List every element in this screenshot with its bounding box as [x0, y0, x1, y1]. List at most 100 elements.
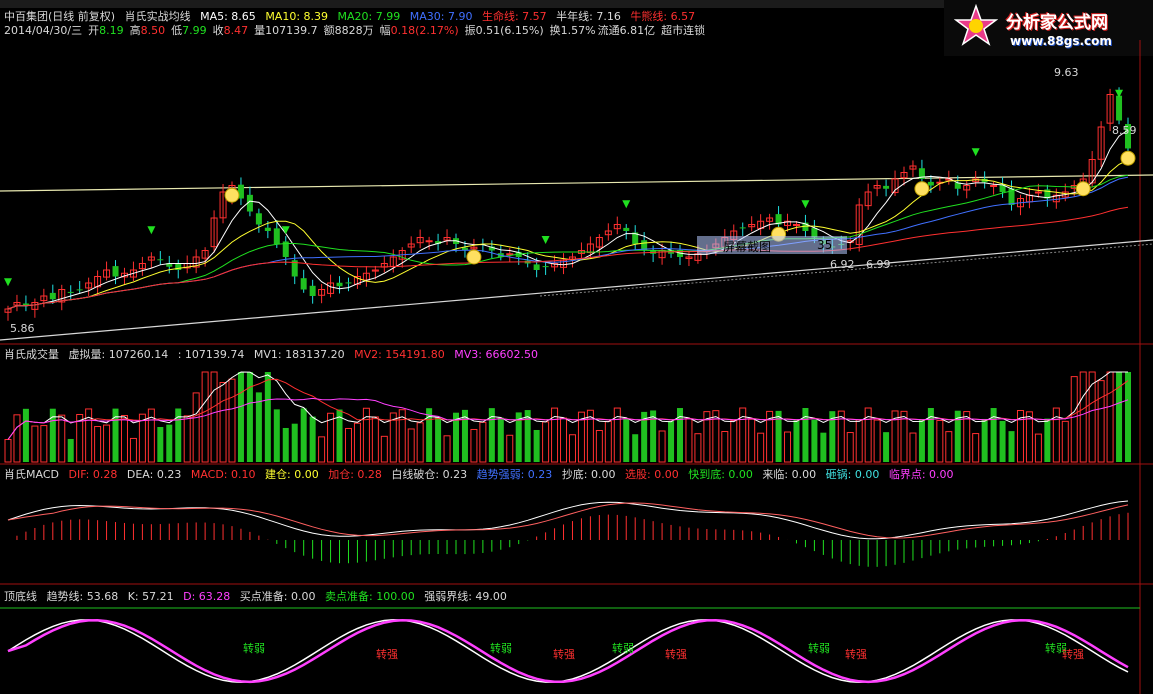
- candle-body: [1116, 95, 1123, 121]
- volume-bar: [183, 415, 191, 463]
- kd-signal-label: 转弱: [808, 642, 830, 655]
- volume-bar: [237, 372, 244, 462]
- trend-value: 趋势强弱: 0.23: [476, 468, 553, 481]
- volume-bar: [846, 432, 854, 463]
- volume-bar: [273, 409, 280, 462]
- kd-signal-label: 转强: [553, 648, 575, 661]
- mv1-value: MV1: 183137.20: [253, 348, 345, 361]
- buy-arrow-icon: [801, 200, 810, 209]
- volume-bar: [909, 432, 917, 463]
- dea-value: DEA: 0.23: [126, 468, 182, 481]
- volume-bar: [282, 427, 289, 462]
- cross-value: 白线破仓: 0.23: [391, 468, 468, 481]
- kd-panel-header: 顶底线 趋势线: 53.68 K: 57.21 D: 63.28 买点准备: 0…: [4, 590, 513, 603]
- volume-bar: [58, 414, 66, 463]
- volume-bar: [210, 371, 218, 463]
- k-value: K: 57.21: [127, 590, 174, 603]
- coming-value: 来临: 0.00: [762, 468, 817, 481]
- candle-body: [1034, 191, 1042, 194]
- volume-bar: [542, 421, 550, 463]
- virtual-volume: 虚拟量: 107260.14: [68, 348, 169, 361]
- volume-bar: [470, 428, 478, 463]
- macd-panel-header: 肖氏MACD DIF: 0.28 DEA: 0.23 MACD: 0.10 建仓…: [4, 468, 960, 481]
- kd-signal-label: 转强: [1062, 648, 1084, 661]
- d-value: D: 63.28: [183, 590, 231, 603]
- volume-bar: [22, 408, 29, 462]
- current-volume: : 107139.74: [177, 348, 245, 361]
- volume-bar: [318, 436, 326, 463]
- volume-bar: [560, 417, 568, 463]
- candle-body: [927, 181, 934, 186]
- smash-value: 砸锅: 0.00: [825, 468, 880, 481]
- mv2-value: MV2: 154191.80: [354, 348, 445, 361]
- screenshot-overlay[interactable]: 屏幕截图 35: [697, 236, 847, 254]
- volume-bar: [255, 392, 262, 462]
- volume-bar: [972, 433, 980, 463]
- ma-line: [7, 159, 1129, 310]
- volume-bar: [157, 427, 164, 462]
- candle-body: [67, 291, 74, 293]
- low-price-label: 5.86: [10, 322, 35, 335]
- candle-body: [273, 228, 280, 244]
- candle-body: [309, 285, 316, 296]
- macd-panel-name: 肖氏MACD: [4, 468, 59, 481]
- volume-bar: [443, 435, 451, 463]
- volume-bar: [811, 419, 818, 462]
- volume-panel-name: 肖氏成交量: [4, 348, 59, 361]
- volume-bar: [506, 434, 514, 463]
- candle-body: [533, 264, 540, 270]
- volume-bar: [793, 420, 800, 462]
- volume-bar: [40, 425, 48, 463]
- stock-chart-window: 中百集团(日线 前复权) 肖氏实战均线 MA5: 8.65 MA10: 8.39…: [0, 0, 1153, 694]
- volume-bar: [1079, 371, 1087, 463]
- volume-bar: [595, 429, 603, 463]
- volume-bar: [497, 417, 504, 462]
- buy-prep-value: 买点准备: 0.00: [239, 590, 316, 603]
- bottom-value: 抄底: 0.00: [561, 468, 616, 481]
- smiley-icon: [1075, 181, 1091, 197]
- volume-bar: [129, 437, 137, 463]
- volume-bar: [568, 434, 576, 463]
- candle-body: [255, 213, 262, 225]
- candle-body: [792, 224, 800, 226]
- candle-body: [264, 227, 271, 231]
- volume-bar: [407, 428, 415, 463]
- volume-bar: [623, 418, 630, 462]
- macd-value: MACD: 0.10: [190, 468, 256, 481]
- kd-signal-label: 转强: [845, 648, 867, 661]
- candle-body: [739, 227, 746, 229]
- volume-bar: [291, 423, 298, 462]
- volume-bar: [479, 421, 487, 463]
- volume-bar: [228, 378, 236, 463]
- volume-bar: [201, 371, 209, 463]
- volume-bar: [67, 438, 74, 462]
- kd-signal-label: 转弱: [612, 642, 634, 655]
- candle-body: [336, 282, 343, 287]
- volume-bar: [694, 433, 702, 463]
- candle-body: [623, 227, 630, 231]
- volume-bar: [94, 426, 102, 463]
- candle-body: [157, 259, 164, 261]
- ma-line: [7, 176, 1129, 310]
- volume-bar: [685, 418, 693, 463]
- candle-body: [506, 253, 514, 256]
- volume-panel-header: 肖氏成交量 虚拟量: 107260.14 : 107139.74 MV1: 18…: [4, 348, 544, 361]
- volume-bar: [1070, 376, 1078, 463]
- volume-bar: [1125, 372, 1131, 462]
- overlay-number: 35: [817, 238, 833, 252]
- volume-bar: [748, 418, 756, 463]
- add-value: 加仓: 0.28: [328, 468, 382, 481]
- macd-histogram: [16, 512, 1129, 567]
- candle-body: [345, 282, 352, 284]
- dif-value: DIF: 0.28: [68, 468, 118, 481]
- volume-bar: [192, 392, 200, 463]
- volume-bar: [1008, 431, 1015, 462]
- volume-bar: [300, 408, 307, 462]
- volume-bar: [31, 425, 39, 463]
- sell-prep-value: 卖点准备: 100.00: [325, 590, 415, 603]
- volume-bar: [344, 427, 352, 463]
- buy-arrow-icon: [147, 226, 156, 235]
- volume-bar: [936, 419, 944, 463]
- volume-bar: [668, 421, 675, 462]
- near-bottom-value: 快到底: 0.00: [688, 468, 753, 481]
